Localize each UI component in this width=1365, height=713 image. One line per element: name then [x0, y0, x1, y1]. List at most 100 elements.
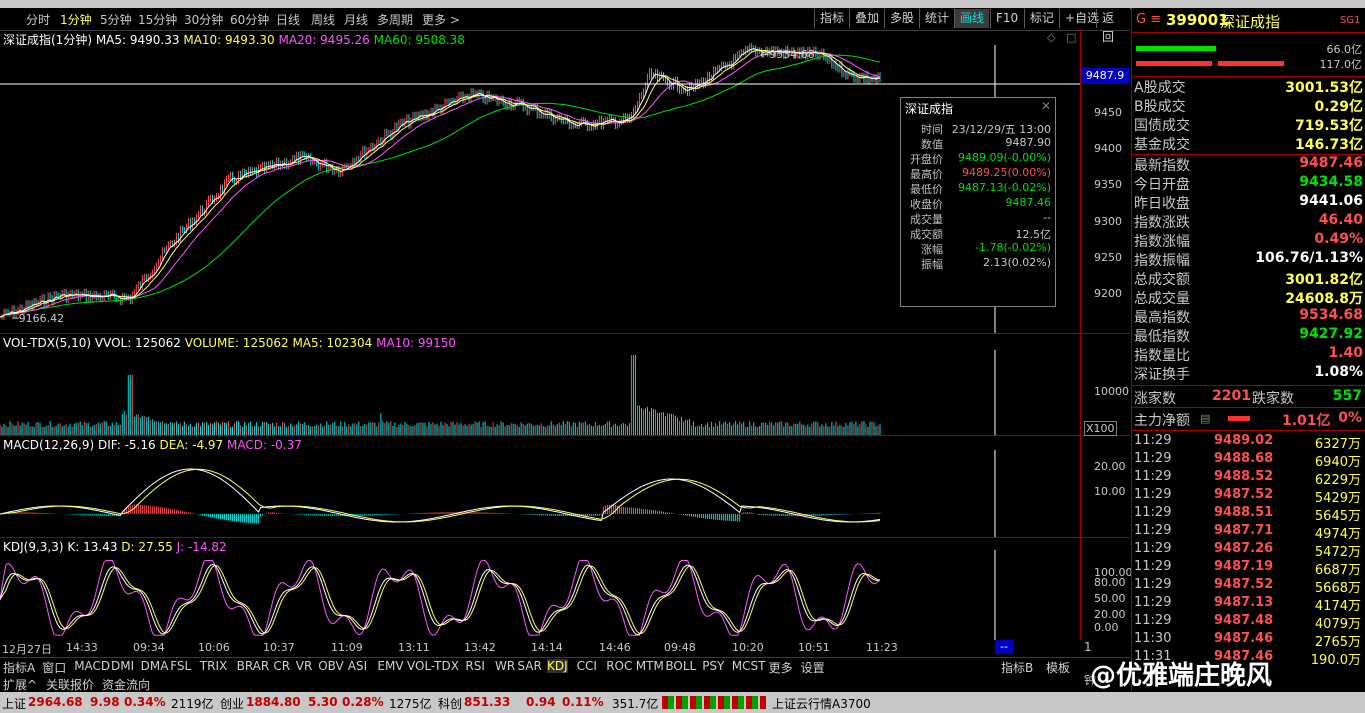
stat-value: 3001.53亿 [1285, 80, 1363, 96]
indicator-tab-mtm[interactable]: MTM [636, 659, 664, 673]
main-flow-row[interactable]: 主力净额 ▤ 1.01亿 0% [1132, 407, 1365, 430]
kdj-y-tick: 20.00 [1094, 608, 1126, 621]
trade-time: 11:30 [1134, 631, 1172, 646]
sh-amount: 2119亿 [171, 697, 214, 711]
period-more[interactable]: 更多 > [422, 11, 460, 28]
sell-volume-value: 117.0亿 [1319, 58, 1363, 71]
quote-badge: SG1 [1340, 15, 1361, 26]
vol-ma5-readout: MA5: 102304 [292, 336, 373, 350]
period-month[interactable]: 月线 [344, 11, 368, 28]
indicator-tab-wr[interactable]: WR [495, 659, 515, 673]
capital-flow-tab[interactable]: 资金流向 [102, 676, 150, 693]
y-tick: 9350 [1094, 178, 1122, 191]
indicator-tab-dma[interactable]: DMA [141, 659, 169, 673]
period-1min[interactable]: 1分钟 [60, 11, 92, 28]
indicator-tab-mcst[interactable]: MCST [732, 659, 766, 673]
overlay-button[interactable]: 叠加 [849, 9, 884, 28]
tooltip-key: 成交额 [910, 228, 943, 241]
indicator-tab-emv[interactable]: EMV [377, 659, 403, 673]
stat-label: 昨日收盘 [1134, 196, 1190, 212]
period-fenshi[interactable]: 分时 [26, 11, 50, 28]
breadth-row: 涨家数 2201 跌家数 557 [1132, 385, 1365, 407]
low-price-label: ─9166.42 [12, 312, 65, 325]
cy-label[interactable]: 创业 [220, 695, 244, 712]
indicator-tab-obv[interactable]: OBV [318, 659, 344, 673]
trade-time: 11:29 [1134, 577, 1172, 592]
related-quotes-tab[interactable]: 关联报价 [46, 676, 94, 693]
expand-tab[interactable]: 扩展^ [3, 676, 37, 693]
statistics-button[interactable]: 统计 [919, 9, 954, 28]
vol-y-tick: 10000 [1094, 385, 1129, 398]
indicator-tab-dmi[interactable]: DMI [111, 659, 134, 673]
indicator-tab-kdj[interactable]: KDJ [547, 659, 568, 673]
indicator-tab-sar[interactable]: SAR [517, 659, 541, 673]
kc-label[interactable]: 科创 [438, 695, 462, 712]
indicator-tab-rsi[interactable]: RSI [465, 659, 485, 673]
indicator-tab-trix[interactable]: TRIX [200, 659, 227, 673]
draw-line-button[interactable]: 画线 [954, 9, 990, 28]
period-week[interactable]: 周线 [311, 11, 335, 28]
tooltip-row: 振幅 2.13(0.02%) [901, 256, 1055, 271]
indicator-tab-asi[interactable]: ASI [348, 659, 367, 673]
f10-button[interactable]: F10 [990, 9, 1023, 28]
trade-row: 11:29 9487.13 4174万 [1134, 595, 1363, 614]
market-status-bar: 上证 2964.68 9.98 0.34% 2119亿 创业 1884.80 5… [0, 692, 1365, 713]
period-multi[interactable]: 多周期 [377, 11, 413, 28]
volume-readout: VOLUME: 125062 [184, 336, 289, 350]
trade-volume: 4174万 [1314, 599, 1361, 614]
ma20-line [0, 50, 881, 318]
stat-label: 深证换手 [1134, 367, 1190, 383]
quote-side-panel: G ≡ 399001 深证成指 SG1 66.0亿 117.0亿 A股成交 300… [1131, 8, 1365, 691]
trade-volume: 6229万 [1314, 473, 1361, 488]
stat-label: 最高指数 [1134, 310, 1190, 326]
trade-volume: 5645万 [1314, 509, 1361, 524]
indicator-button[interactable]: 指标 [814, 9, 849, 28]
indicator-tab-vr[interactable]: VR [296, 659, 313, 673]
tick-trades-list[interactable]: 11:29 9489.02 6327万 11:29 9488.68 6940万 11:29 9… [1132, 430, 1365, 693]
period-15min[interactable]: 15分钟 [138, 11, 177, 28]
stat-label: 基金成交 [1134, 137, 1190, 153]
stat-row: A股成交 3001.53亿 [1134, 77, 1363, 96]
indicator-tab-macd[interactable]: MACD [74, 659, 110, 673]
bar-info-tooltip: 深证成指 ✕ 时间 23/12/29/五 13:00 数值 9487.90 开盘价 948… [900, 97, 1056, 307]
stat-value: 9487.46 [1299, 155, 1363, 171]
mark-button[interactable]: 标记 [1024, 9, 1059, 28]
period-day[interactable]: 日线 [276, 11, 300, 28]
indicator-tab-roc[interactable]: ROC [606, 659, 632, 673]
time-tick: 13:11 [398, 641, 430, 654]
watermark: @优雅端庄晚风 [1090, 661, 1273, 691]
indicator-tab-fsl[interactable]: FSL [170, 659, 191, 673]
indicator-tab-boll[interactable]: BOLL [665, 659, 696, 673]
indicator-tab-cr[interactable]: CR [273, 659, 290, 673]
trade-row: 11:29 9487.71 4974万 [1134, 523, 1363, 542]
stat-row: 今日开盘 9434.58 [1134, 174, 1363, 193]
indicator-tab-vol-tdx[interactable]: VOL-TDX [407, 659, 459, 673]
vvol-readout: VVOL: 125062 [94, 336, 181, 350]
indicator-tab-brar[interactable]: BRAR [237, 659, 270, 673]
tooltip-key: 成交量 [910, 213, 943, 226]
stat-label: 指数涨幅 [1134, 234, 1190, 250]
macd-readout: MACD: -0.37 [227, 438, 302, 452]
dea-line [0, 468, 881, 523]
period-5min[interactable]: 5分钟 [100, 11, 132, 28]
period-30min[interactable]: 30分钟 [184, 11, 223, 28]
buy-volume-value: 66.0亿 [1326, 43, 1363, 56]
data-feed-label[interactable]: 上证云行情A3700 [772, 695, 871, 712]
tooltip-key: 涨幅 [921, 243, 943, 256]
stat-value: 9534.68 [1299, 307, 1363, 323]
quote-code-prefix[interactable]: G ≡ [1136, 12, 1161, 27]
stat-value: 46.40 [1318, 212, 1363, 228]
multi-stock-button[interactable]: 多股 [884, 9, 919, 28]
indicator-tab-psy[interactable]: PSY [702, 659, 724, 673]
trade-time: 11:29 [1134, 595, 1172, 610]
sh-label[interactable]: 上证 [2, 695, 26, 712]
vol-ma10-readout: MA10: 99150 [376, 336, 457, 350]
close-icon[interactable]: ✕ [1041, 99, 1051, 113]
indicator-tab-cci[interactable]: CCI [577, 659, 597, 673]
kdj-header: KDJ(9,3,3) K: 13.43 D: 27.55 J: -14.82 [3, 540, 227, 554]
back-button[interactable]: 返回 [1096, 9, 1130, 44]
tooltip-row: 开盘价 9489.09(-0.00%) [901, 151, 1055, 166]
trade-time: 11:29 [1134, 433, 1172, 448]
trade-row: 11:29 9487.48 4079万 [1134, 613, 1363, 632]
period-60min[interactable]: 60分钟 [230, 11, 269, 28]
